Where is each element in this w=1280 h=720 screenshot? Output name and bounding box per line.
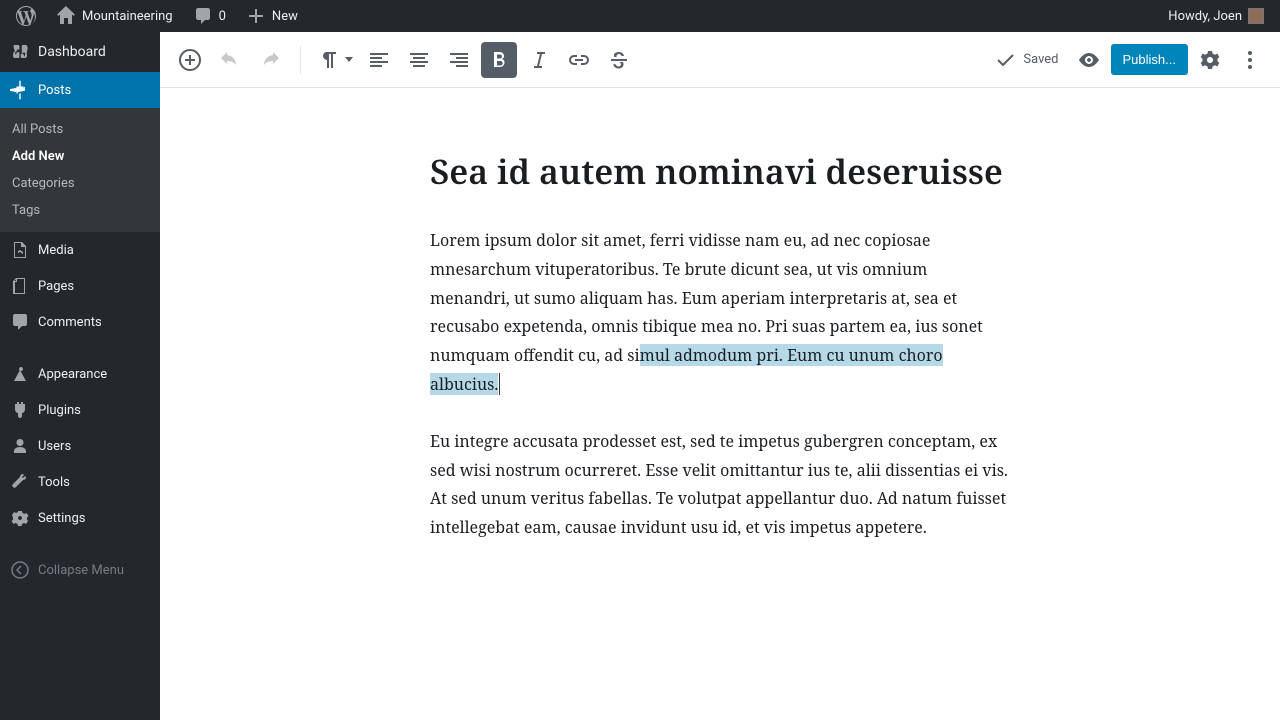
submenu-categories[interactable]: Categories (0, 170, 160, 197)
submenu-tags[interactable]: Tags (0, 197, 160, 224)
new-content-link[interactable]: New (238, 0, 306, 32)
sidebar-item-pages[interactable]: Pages (0, 268, 160, 304)
sidebar-item-label: Media (38, 243, 74, 258)
saved-label: Saved (1023, 52, 1058, 67)
sidebar-item-label: Tools (38, 475, 70, 490)
eye-icon (1077, 48, 1101, 72)
bold-button[interactable] (481, 42, 517, 78)
sidebar-item-dashboard[interactable]: Dashboard (0, 32, 160, 72)
strikethrough-button[interactable] (601, 42, 637, 78)
align-center-icon (407, 48, 431, 72)
submenu-all-posts[interactable]: All Posts (0, 116, 160, 143)
wordpress-logo[interactable] (8, 0, 44, 32)
comments-count: 0 (219, 9, 226, 24)
italic-button[interactable] (521, 42, 557, 78)
users-icon (10, 436, 30, 456)
redo-button[interactable] (252, 42, 288, 78)
dashboard-icon (10, 42, 30, 62)
more-button[interactable] (1232, 42, 1268, 78)
post-paragraph-2[interactable]: Eu integre accusata prodesset est, sed t… (430, 427, 1010, 542)
collapse-icon (10, 560, 30, 580)
howdy-text: Howdy, Joen (1168, 9, 1242, 24)
editor-toolbar: Saved Publish... (160, 32, 1280, 88)
post-paragraph-1[interactable]: Lorem ipsum dolor sit amet, ferri vidiss… (430, 226, 1010, 399)
comments-link[interactable]: 0 (185, 0, 234, 32)
chevron-down-icon (345, 57, 353, 62)
publish-button[interactable]: Publish... (1111, 44, 1188, 75)
sidebar-item-label: Settings (38, 511, 85, 526)
sidebar-item-plugins[interactable]: Plugins (0, 392, 160, 428)
align-right-icon (447, 48, 471, 72)
undo-button[interactable] (212, 42, 248, 78)
settings-icon (10, 508, 30, 528)
avatar (1248, 8, 1264, 24)
preview-button[interactable] (1071, 42, 1107, 78)
sidebar-item-label: Posts (38, 83, 71, 98)
redo-icon (258, 48, 282, 72)
plus-icon (246, 6, 266, 26)
sidebar-item-comments[interactable]: Comments (0, 304, 160, 340)
admin-sidebar: Dashboard Posts All Posts Add New Catego… (0, 32, 160, 720)
pin-icon (10, 80, 30, 100)
posts-submenu: All Posts Add New Categories Tags (0, 108, 160, 232)
collapse-menu[interactable]: Collapse Menu (0, 552, 160, 588)
sidebar-item-label: Comments (38, 315, 102, 330)
comment-icon (193, 6, 213, 26)
collapse-label: Collapse Menu (38, 563, 124, 578)
sidebar-item-label: Dashboard (38, 44, 106, 60)
site-name-link[interactable]: Mountaineering (48, 0, 181, 32)
media-icon (10, 240, 30, 260)
sidebar-item-label: Users (38, 439, 71, 454)
howdy-link[interactable]: Howdy, Joen (1160, 0, 1272, 32)
site-name: Mountaineering (82, 9, 173, 24)
save-status: Saved (985, 48, 1066, 72)
sidebar-item-label: Appearance (38, 367, 107, 382)
appearance-icon (10, 364, 30, 384)
align-left-button[interactable] (361, 42, 397, 78)
sidebar-item-settings[interactable]: Settings (0, 500, 160, 536)
strikethrough-icon (607, 48, 631, 72)
bold-icon (487, 48, 511, 72)
admin-bar: Mountaineering 0 New Howdy, Joen (0, 0, 1280, 32)
more-vertical-icon (1238, 48, 1262, 72)
sidebar-item-users[interactable]: Users (0, 428, 160, 464)
sidebar-item-posts[interactable]: Posts (0, 72, 160, 108)
post-title[interactable]: Sea id autem nominavi deseruisse (430, 148, 1010, 194)
gear-icon (1198, 48, 1222, 72)
wordpress-icon (16, 6, 36, 26)
link-button[interactable] (561, 42, 597, 78)
align-left-icon (367, 48, 391, 72)
settings-button[interactable] (1192, 42, 1228, 78)
check-icon (993, 48, 1017, 72)
new-label: New (272, 9, 298, 24)
undo-icon (218, 48, 242, 72)
paragraph-icon (317, 48, 341, 72)
align-center-button[interactable] (401, 42, 437, 78)
sidebar-item-label: Pages (38, 279, 74, 294)
plus-circle-icon (178, 48, 202, 72)
editor-canvas[interactable]: Sea id autem nominavi deseruisse Lorem i… (160, 88, 1280, 720)
submenu-add-new[interactable]: Add New (0, 143, 160, 170)
link-icon (567, 48, 591, 72)
add-block-button[interactable] (172, 42, 208, 78)
italic-icon (527, 48, 551, 72)
tools-icon (10, 472, 30, 492)
block-type-dropdown[interactable] (313, 48, 357, 72)
sidebar-item-tools[interactable]: Tools (0, 464, 160, 500)
comments-icon (10, 312, 30, 332)
align-right-button[interactable] (441, 42, 477, 78)
pages-icon (10, 276, 30, 296)
sidebar-item-label: Plugins (38, 403, 81, 418)
plugins-icon (10, 400, 30, 420)
home-icon (56, 6, 76, 26)
sidebar-item-media[interactable]: Media (0, 232, 160, 268)
sidebar-item-appearance[interactable]: Appearance (0, 356, 160, 392)
